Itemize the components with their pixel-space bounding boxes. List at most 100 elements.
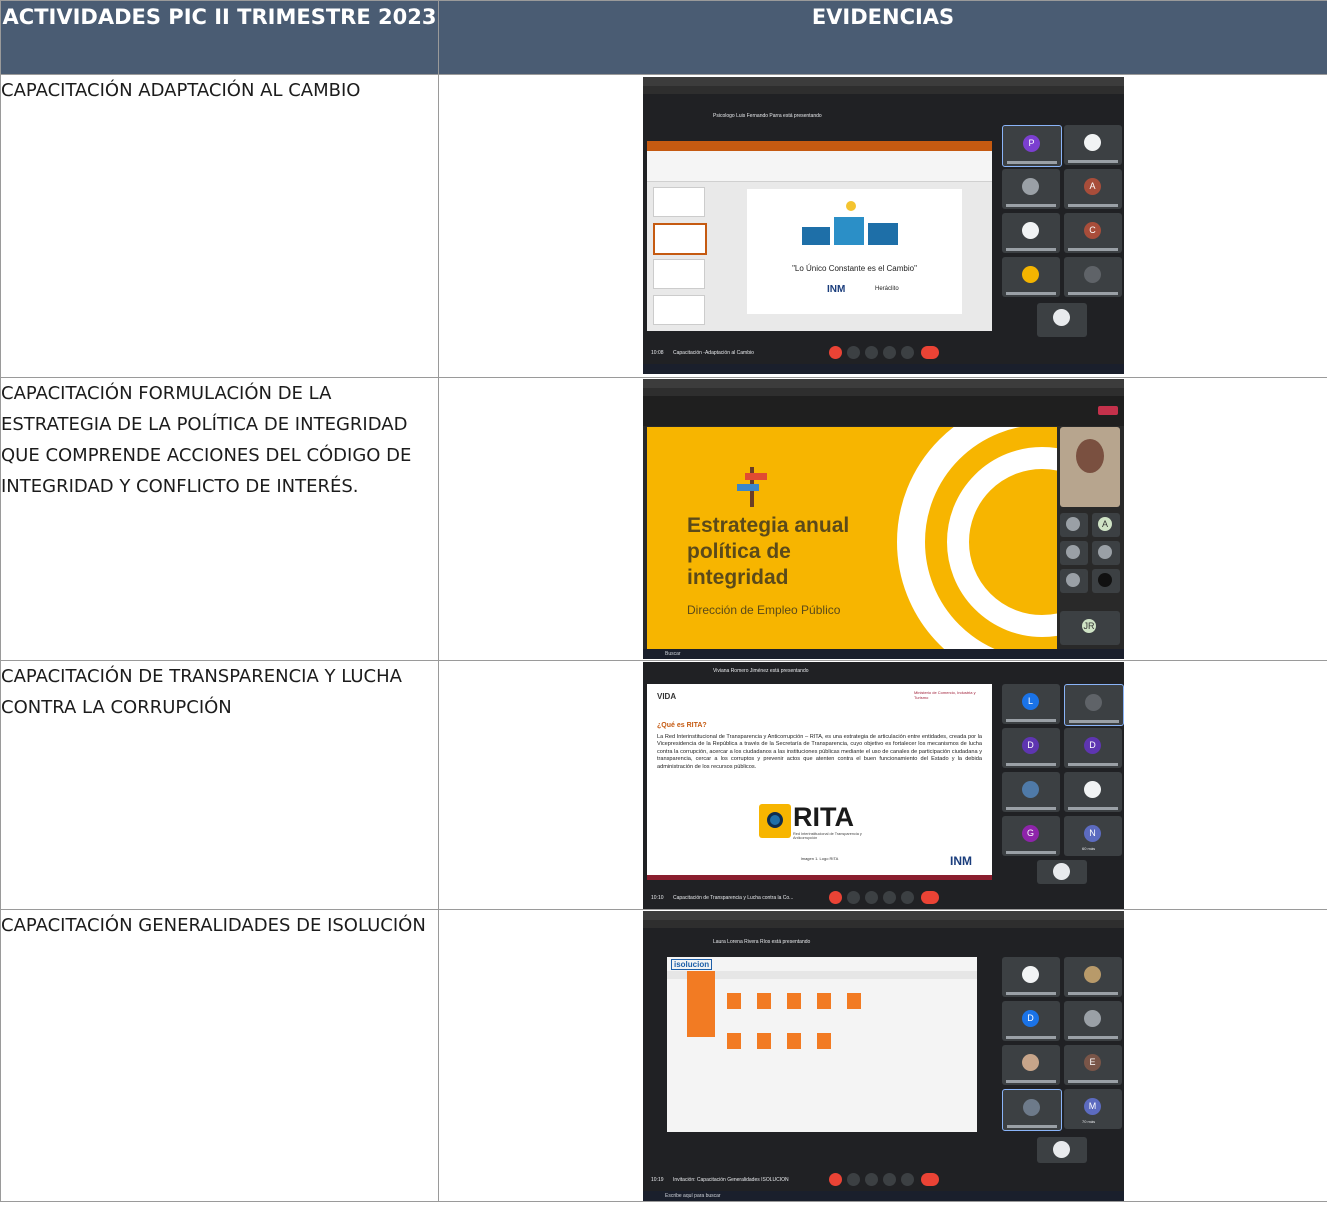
taskbar-search[interactable]: Buscar [665,651,681,657]
camera-icon[interactable] [847,1173,860,1186]
people-illustration [802,201,902,251]
slide-title: Estrategia anual política de integridad [687,514,850,589]
meet-control-bar: 10:10 Capacitación de Transparencia y Lu… [643,887,1124,909]
present-icon[interactable] [883,346,896,359]
more-icon[interactable] [901,1173,914,1186]
slide-logo: INM [827,284,846,295]
participant-tile[interactable] [1002,257,1060,297]
speaker-video[interactable] [1060,427,1120,507]
hangup-icon[interactable] [921,346,939,359]
activity-cell: CAPACITACIÓN DE TRANSPARENCIA Y LUCHA CO… [0,660,439,910]
participant-tile[interactable] [1064,257,1122,297]
camera-icon[interactable] [847,346,860,359]
slide-canvas: Estrategia anual política de integridad … [647,427,1057,649]
self-tile[interactable] [1037,303,1087,337]
participant-tile[interactable] [1064,684,1124,726]
meet-control-bar: 10:08 Capacitación -Adaptación al Cambio [643,342,1124,364]
leave-button[interactable] [1098,406,1118,415]
table-row: CAPACITACIÓN ADAPTACIÓN AL CAMBIO Psicol… [0,74,1327,378]
table-row: CAPACITACIÓN GENERALIDADES DE ISOLUCIÓN … [0,909,1327,1202]
table-row: CAPACITACIÓN FORMULACIÓN DE LA ESTRATEGI… [0,377,1327,661]
more-icon[interactable] [901,891,914,904]
mic-icon[interactable] [829,346,842,359]
present-icon[interactable] [883,1173,896,1186]
mic-icon[interactable] [829,1173,842,1186]
activity-cell: CAPACITACIÓN FORMULACIÓN DE LA ESTRATEGI… [0,377,439,661]
slide-canvas: VIDA Ministerio de Comercio, Industria y… [647,684,992,880]
windows-taskbar: Buscar [643,649,1124,659]
evidence-cell: Laura Lorena Rivera Ríos está presentand… [438,909,1327,1202]
table-row: CAPACITACIÓN DE TRANSPARENCIA Y LUCHA CO… [0,660,1327,910]
participant-tile[interactable]: A [1092,513,1120,537]
participant-tile[interactable] [1092,569,1120,593]
participant-tile[interactable] [1002,957,1060,997]
powerpoint-window: "Lo Único Constante es el Cambio" INM He… [647,141,992,331]
evidence-cell: Psicologo Luis Fernando Parra está prese… [438,74,1327,378]
self-tile[interactable] [1037,1137,1087,1163]
participant-tile[interactable] [1002,1089,1062,1131]
header-evidences: EVIDENCIAS [438,0,1327,75]
brand-right: Ministerio de Comercio, Industria y Turi… [914,690,976,700]
present-icon[interactable] [883,891,896,904]
hangup-icon[interactable] [921,891,939,904]
more-icon[interactable] [901,346,914,359]
participant-tile[interactable] [1060,513,1088,537]
participant-tile[interactable]: A [1064,169,1122,209]
image-caption: Imagen 1. Logo RITA [800,856,839,861]
windows-taskbar [643,364,1124,374]
participant-tile[interactable]: P [1002,125,1062,167]
taskbar-search[interactable]: Escribe aquí para buscar [665,1193,721,1199]
meeting-time: 10:10 [651,895,664,901]
others-tile[interactable]: M 70 más [1064,1089,1122,1129]
mic-icon[interactable] [829,891,842,904]
participant-tile[interactable] [1064,125,1122,165]
meet-screenshot-transparencia: Viviana Romero Jiménez está presentando … [643,662,1124,909]
self-tile[interactable]: JR [1060,611,1120,645]
participant-tile[interactable]: G [1002,816,1060,856]
participant-tile[interactable]: E [1064,1045,1122,1085]
participant-tile[interactable] [1064,957,1122,997]
app-logo: isolucion [671,959,713,970]
participant-tile[interactable]: D [1002,728,1060,768]
participant-tile[interactable] [1092,541,1120,565]
meet-control-bar: 10:19 Invitación: Capacitación Generalid… [643,1169,1124,1191]
participant-tile[interactable] [1060,569,1088,593]
meet-screenshot-isolucion: Laura Lorena Rivera Ríos está presentand… [643,911,1124,1201]
activity-cell: CAPACITACIÓN GENERALIDADES DE ISOLUCIÓN [0,909,439,1202]
captions-icon[interactable] [865,891,878,904]
others-tile[interactable]: N 60 más [1064,816,1122,856]
rita-logo: RITA Red Interinstitucional de Transpare… [759,802,879,852]
meeting-title: Capacitación -Adaptación al Cambio [673,350,754,356]
slide-heading: ¿Qué es RITA? [657,722,707,729]
self-tile[interactable] [1037,860,1087,884]
captions-icon[interactable] [865,1173,878,1186]
meeting-title: Capacitación de Transparencia y Lucha co… [673,895,794,901]
signpost-icon [737,467,767,507]
inm-logo: INM [950,854,972,868]
participant-tile[interactable] [1064,1001,1122,1041]
participant-tile[interactable]: D [1002,1001,1060,1041]
captions-icon[interactable] [865,346,878,359]
participant-tile[interactable] [1060,541,1088,565]
brand-left: VIDA [657,692,677,701]
participant-tile[interactable]: L [1002,684,1060,724]
slide-subtitle: Dirección de Empleo Público [687,603,841,617]
menu-dropdown[interactable] [687,971,715,1037]
participant-tile[interactable] [1064,772,1122,812]
participant-tile[interactable] [1002,1045,1060,1085]
windows-taskbar: Escribe aquí para buscar [643,1191,1124,1201]
participant-tile[interactable] [1002,213,1060,253]
isolucion-window: isolucion [667,957,977,1132]
participant-tile[interactable] [1002,169,1060,209]
slide-author: Heráclito [875,286,899,292]
participant-tile[interactable] [1002,772,1060,812]
presenter-banner: Psicologo Luis Fernando Parra está prese… [713,113,822,119]
camera-icon[interactable] [847,891,860,904]
participant-tile[interactable]: C [1064,213,1122,253]
activity-cell: CAPACITACIÓN ADAPTACIÓN AL CAMBIO [0,74,439,378]
meeting-title: Invitación: Capacitación Generalidades I… [673,1177,789,1183]
evidence-cell: Viviana Romero Jiménez está presentando … [438,660,1327,910]
participant-tile[interactable]: D [1064,728,1122,768]
hangup-icon[interactable] [921,1173,939,1186]
header-row: ACTIVIDADES PIC II TRIMESTRE 2023 EVIDEN… [0,0,1327,75]
